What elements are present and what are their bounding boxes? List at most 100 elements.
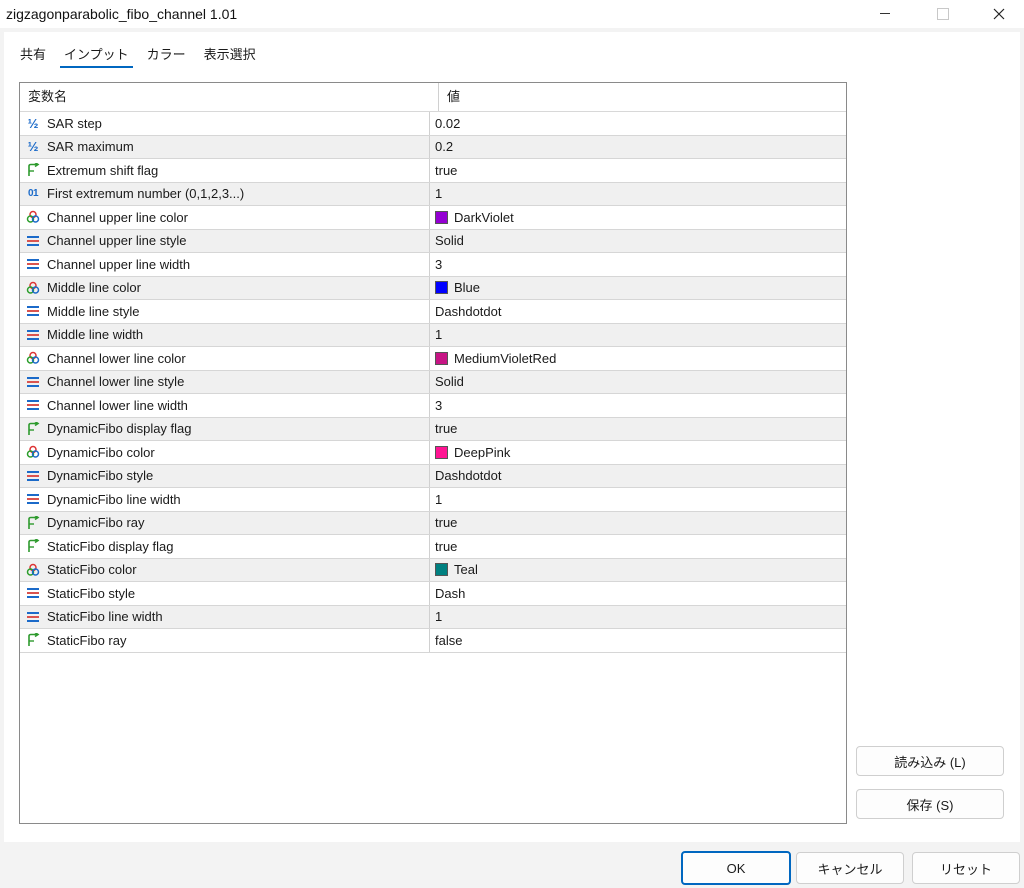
variable-cell: Channel upper line style — [20, 229, 430, 252]
ok-button[interactable]: OK — [681, 851, 791, 885]
grid-row[interactable]: DynamicFibo color DeepPink — [20, 441, 846, 465]
variable-name: DynamicFibo line width — [47, 491, 181, 507]
variable-name: SAR maximum — [47, 139, 134, 155]
value-cell[interactable]: 1 — [430, 183, 846, 206]
value-cell[interactable]: 1 — [430, 324, 846, 347]
variable-name: StaticFibo line width — [47, 609, 163, 625]
cancel-button[interactable]: キャンセル — [796, 852, 904, 884]
dialog-body: 共有 インプット カラー 表示選択 変数名 値 ½ SAR step 0.02 ½ SA… — [4, 32, 1020, 842]
variable-name: Middle line style — [47, 303, 140, 319]
variable-value: DarkViolet — [454, 209, 514, 225]
maximize-button[interactable] — [920, 0, 966, 28]
value-cell[interactable]: false — [430, 629, 846, 652]
flag-arrow-icon — [25, 162, 41, 178]
line-style-icon — [25, 468, 41, 484]
grid-row[interactable]: Middle line style Dashdotdot — [20, 300, 846, 324]
save-button[interactable]: 保存 (S) — [856, 789, 1004, 819]
value-cell[interactable]: true — [430, 418, 846, 441]
grid-row[interactable]: Channel lower line style Solid — [20, 370, 846, 394]
color-palette-icon — [25, 350, 41, 366]
grid-row[interactable]: DynamicFibo ray true — [20, 511, 846, 535]
line-style-icon — [25, 609, 41, 625]
tab-visualization[interactable]: 表示選択 — [204, 44, 256, 66]
grid-row[interactable]: Channel upper line color DarkViolet — [20, 206, 846, 230]
value-cell[interactable]: 3 — [430, 253, 846, 276]
value-cell[interactable]: DeepPink — [430, 441, 846, 464]
value-cell[interactable]: Teal — [430, 559, 846, 582]
grid-row[interactable]: Middle line color Blue — [20, 276, 846, 300]
line-style-icon — [25, 585, 41, 601]
grid-row[interactable]: Middle line width 1 — [20, 323, 846, 347]
grid-row[interactable]: ½ SAR maximum 0.2 — [20, 135, 846, 159]
color-swatch — [435, 281, 448, 295]
color-palette-icon — [25, 562, 41, 578]
variable-name: Channel upper line width — [47, 256, 191, 272]
grid-row[interactable]: Channel lower line width 3 — [20, 394, 846, 418]
line-style-icon — [25, 233, 41, 249]
value-cell[interactable]: 0.2 — [430, 136, 846, 159]
grid-row[interactable]: Channel upper line width 3 — [20, 253, 846, 277]
grid-row[interactable]: Channel lower line color MediumVioletRed — [20, 347, 846, 371]
grid-row[interactable]: DynamicFibo display flag true — [20, 417, 846, 441]
line-style-icon — [25, 491, 41, 507]
variable-name: Middle line color — [47, 280, 141, 296]
grid-row[interactable]: ½ SAR step 0.02 — [20, 112, 846, 136]
variable-cell: Middle line width — [20, 323, 430, 346]
value-cell[interactable]: 0.02 — [430, 112, 846, 135]
value-cell[interactable]: Dashdotdot — [430, 465, 846, 488]
variable-value: Dashdotdot — [435, 303, 502, 319]
variable-cell: Channel lower line style — [20, 370, 430, 393]
value-cell[interactable]: Dash — [430, 582, 846, 605]
inputs-grid: 変数名 値 ½ SAR step 0.02 ½ SAR maximum 0.2 Extrem… — [19, 82, 847, 824]
tab-colors[interactable]: カラー — [147, 44, 186, 66]
grid-row[interactable]: StaticFibo line width 1 — [20, 605, 846, 629]
tab-common[interactable]: 共有 — [20, 44, 46, 66]
value-cell[interactable]: 1 — [430, 488, 846, 511]
grid-row[interactable]: DynamicFibo line width 1 — [20, 488, 846, 512]
color-palette-icon — [25, 209, 41, 225]
value-cell[interactable]: true — [430, 512, 846, 535]
variable-cell: DynamicFibo line width — [20, 488, 430, 511]
variable-cell: StaticFibo color — [20, 558, 430, 581]
value-cell[interactable]: Blue — [430, 277, 846, 300]
fraction-icon: ½ — [27, 115, 39, 131]
line-style-icon — [25, 327, 41, 343]
variable-name: DynamicFibo style — [47, 468, 154, 484]
reset-button[interactable]: リセット — [912, 852, 1020, 884]
grid-row[interactable]: StaticFibo style Dash — [20, 582, 846, 606]
value-cell[interactable]: true — [430, 535, 846, 558]
minimize-icon — [880, 13, 890, 14]
value-cell[interactable]: true — [430, 159, 846, 182]
variable-cell: DynamicFibo ray — [20, 511, 430, 534]
value-cell[interactable]: Solid — [430, 371, 846, 394]
value-cell[interactable]: Dashdotdot — [430, 300, 846, 323]
variable-cell: DynamicFibo color — [20, 441, 430, 464]
value-cell[interactable]: DarkViolet — [430, 206, 846, 229]
variable-name: StaticFibo style — [47, 585, 136, 601]
grid-row[interactable]: StaticFibo ray false — [20, 629, 846, 653]
load-button[interactable]: 読み込み (L) — [856, 746, 1004, 776]
variable-name: StaticFibo color — [47, 562, 137, 578]
variable-value: 3 — [435, 397, 443, 413]
grid-row[interactable]: 01 First extremum number (0,1,2,3...) 1 — [20, 182, 846, 206]
variable-value: Blue — [454, 280, 481, 296]
grid-row[interactable]: DynamicFibo style Dashdotdot — [20, 464, 846, 488]
grid-row[interactable]: Channel upper line style Solid — [20, 229, 846, 253]
column-header-value[interactable]: 値 — [439, 83, 846, 111]
grid-row[interactable]: Extremum shift flag true — [20, 159, 846, 183]
variable-cell: DynamicFibo display flag — [20, 417, 430, 440]
grid-row[interactable]: StaticFibo color Teal — [20, 558, 846, 582]
variable-value: Dashdotdot — [435, 468, 502, 484]
line-style-icon — [25, 397, 41, 413]
value-cell[interactable]: 1 — [430, 606, 846, 629]
tab-inputs[interactable]: インプット — [60, 44, 133, 68]
variable-cell: Channel upper line color — [20, 206, 430, 229]
grid-row[interactable]: StaticFibo display flag true — [20, 535, 846, 559]
column-header-variable[interactable]: 変数名 — [20, 83, 439, 111]
value-cell[interactable]: MediumVioletRed — [430, 347, 846, 370]
flag-arrow-icon — [25, 421, 41, 437]
minimize-button[interactable] — [862, 0, 908, 28]
value-cell[interactable]: 3 — [430, 394, 846, 417]
close-button[interactable] — [976, 0, 1022, 28]
value-cell[interactable]: Solid — [430, 230, 846, 253]
